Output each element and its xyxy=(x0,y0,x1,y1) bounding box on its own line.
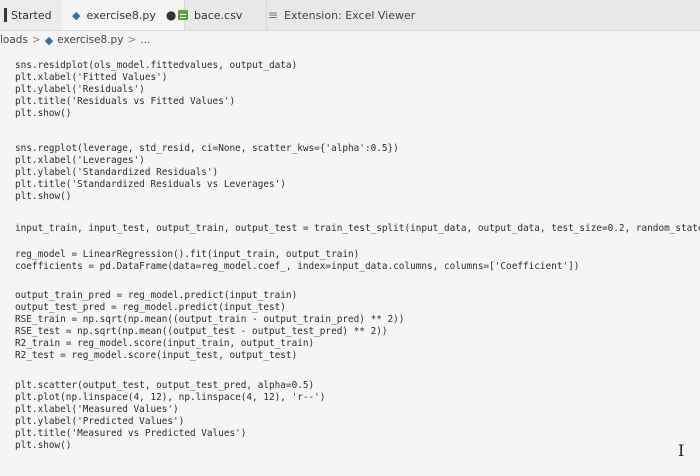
code-line: plt.show() xyxy=(15,440,72,451)
tab-started[interactable]: Started xyxy=(0,0,65,30)
csv-file-icon xyxy=(178,10,188,20)
code-line: coefficients = pd.DataFrame(data=reg_mod… xyxy=(15,261,580,272)
code-line: plt.show() xyxy=(15,108,72,119)
tab-extension-excel-viewer[interactable]: ≡ Extension: Excel Viewer xyxy=(262,0,415,30)
tab-label: Started xyxy=(11,8,52,22)
breadcrumb-more[interactable]: ... xyxy=(140,34,150,46)
code-line: sns.regplot(leverage, std_resid, ci=None… xyxy=(15,143,399,154)
code-line: R2_test = reg_model.score(input_test, ou… xyxy=(15,350,298,361)
breadcrumb-folder[interactable]: loads xyxy=(0,34,28,46)
code-line: plt.xlabel('Leverages') xyxy=(15,155,145,166)
breadcrumb-file[interactable]: exercise8.py xyxy=(57,34,123,46)
tab-bace-csv[interactable]: bace.csv xyxy=(172,0,267,30)
code-line: plt.ylabel('Predicted Values') xyxy=(15,416,185,427)
text-cursor-icon: I xyxy=(678,441,685,460)
code-line: output_train_pred = reg_model.predict(in… xyxy=(15,290,298,301)
code-line: plt.xlabel('Fitted Values') xyxy=(15,72,168,83)
tab-label: Extension: Excel Viewer xyxy=(284,8,416,22)
code-line: plt.xlabel('Measured Values') xyxy=(15,404,179,415)
code-line: plt.ylabel('Standardized Residuals') xyxy=(15,167,219,178)
code-line: RSE_train = np.sqrt(np.mean((output_trai… xyxy=(15,314,405,325)
code-line: RSE_test = np.sqrt(np.mean((output_test … xyxy=(15,326,388,337)
code-line: plt.title('Measured vs Predicted Values'… xyxy=(15,428,247,439)
code-editor[interactable]: sns.residplot(ols_model.fittedvalues, ou… xyxy=(0,50,700,476)
python-file-icon: ◆ xyxy=(72,8,81,22)
code-line: plt.show() xyxy=(15,191,72,202)
code-line: plt.title('Residuals vs Fitted Values') xyxy=(15,96,236,107)
code-line: reg_model = LinearRegression().fit(input… xyxy=(15,249,360,260)
breadcrumb-separator: > xyxy=(127,34,137,46)
code-line: plt.title('Standardized Residuals vs Lev… xyxy=(15,179,286,190)
tab-label: bace.csv xyxy=(194,8,243,22)
code-line: plt.plot(np.linspace(4, 12), np.linspace… xyxy=(15,392,326,403)
tab-exercise8[interactable]: ◆ exercise8.py ● xyxy=(62,0,185,30)
marker-icon xyxy=(4,8,7,22)
code-line: plt.ylabel('Residuals') xyxy=(15,84,145,95)
tab-label: exercise8.py xyxy=(86,8,156,22)
code-line: input_train, input_test, output_train, o… xyxy=(15,223,700,234)
breadcrumb: loads > ◆ exercise8.py > ... xyxy=(0,31,700,49)
breadcrumb-separator: > xyxy=(31,34,41,46)
python-file-icon: ◆ xyxy=(44,33,54,47)
extension-icon: ≡ xyxy=(268,8,279,22)
code-line: plt.scatter(output_test, output_test_pre… xyxy=(15,380,315,391)
code-line: output_test_pred = reg_model.predict(inp… xyxy=(15,302,286,313)
editor-tab-bar: Started ◆ exercise8.py ● bace.csv ≡ Exte… xyxy=(0,0,700,31)
code-line: sns.residplot(ols_model.fittedvalues, ou… xyxy=(15,60,298,71)
code-line: R2_train = reg_model.score(input_train, … xyxy=(15,338,315,349)
